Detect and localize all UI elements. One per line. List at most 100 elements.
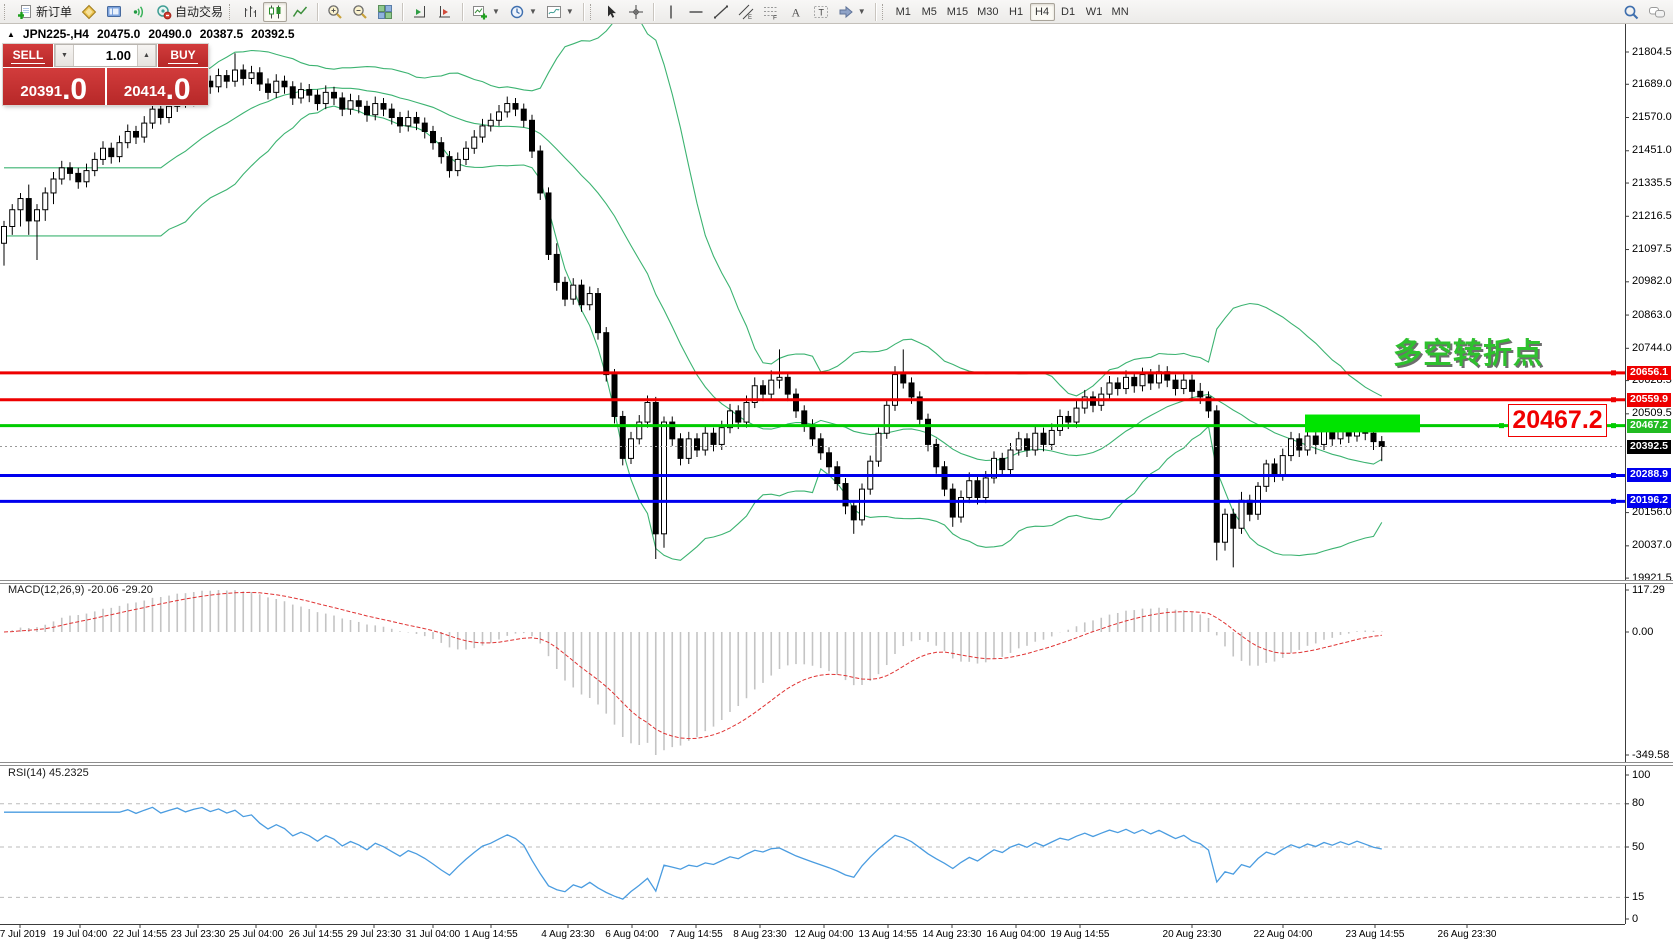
buy-button[interactable]: BUY <box>158 44 208 67</box>
vertical-line-button[interactable] <box>659 2 683 22</box>
candlestick-chart-button[interactable] <box>263 2 287 22</box>
text-button[interactable]: A <box>784 2 808 22</box>
buy-price-frac: .0 <box>166 75 191 104</box>
toolbar-grip[interactable] <box>882 4 887 20</box>
rsi-panel-separator[interactable] <box>0 762 1673 766</box>
chevron-down-icon: ▼ <box>566 7 574 16</box>
quote-open: 20475.0 <box>97 27 140 41</box>
one-click-trading-panel: SELL ▼ 1.00 ▲ BUY 20391.0 20414.0 <box>3 44 208 105</box>
buy-label: BUY <box>168 48 197 64</box>
hline-handle[interactable] <box>1499 423 1504 428</box>
templates-button[interactable]: ▼ <box>542 2 578 22</box>
vertical-line-icon <box>663 4 679 20</box>
chevron-down-icon: ▼ <box>858 7 866 16</box>
zoom-out-button[interactable] <box>348 2 372 22</box>
crosshair-button[interactable] <box>624 2 648 22</box>
trendline-button[interactable] <box>709 2 733 22</box>
svg-text:E: E <box>748 15 752 20</box>
zoom-in-button[interactable] <box>323 2 347 22</box>
timeframe-button-d1[interactable]: D1 <box>1056 3 1081 21</box>
market-watch-button[interactable] <box>77 2 101 22</box>
toolbar-grip[interactable] <box>229 4 234 20</box>
timeframe-button-m5[interactable]: M5 <box>917 3 942 21</box>
bar-chart-button[interactable] <box>238 2 262 22</box>
main-toolbar: 新订单 自动交易 ▼ ▼ ▼ E F A T ▼ <box>0 0 1673 24</box>
turning-point-annotation[interactable]: 多空转折点 <box>1393 330 1543 372</box>
toolbar-grip[interactable] <box>590 4 595 20</box>
svg-text:A: A <box>791 5 800 19</box>
chevron-down-icon: ▼ <box>529 7 537 16</box>
macd-histogram <box>4 590 1382 755</box>
cursor-icon <box>603 4 619 20</box>
chart-shift-icon <box>437 4 453 20</box>
macd-panel-separator[interactable] <box>0 580 1673 584</box>
timeframe-group: M1M5M15M30H1H4D1W1MN <box>891 3 1133 21</box>
hline-handle[interactable] <box>1611 423 1616 428</box>
navigator-button[interactable] <box>102 2 126 22</box>
volume-down-button[interactable]: ▼ <box>55 45 74 66</box>
green-rect-annotation[interactable] <box>1305 415 1420 433</box>
text-label-icon: T <box>813 4 829 20</box>
timeframe-button-w1[interactable]: W1 <box>1082 3 1107 21</box>
timeframe-button-m1[interactable]: M1 <box>891 3 916 21</box>
timeframe-button-h4[interactable]: H4 <box>1030 3 1055 21</box>
auto-scroll-button[interactable] <box>408 2 432 22</box>
mt5-window: 新订单 自动交易 ▼ ▼ ▼ E F A T ▼ <box>0 0 1673 947</box>
search-button[interactable] <box>1619 2 1643 22</box>
tile-windows-button[interactable] <box>373 2 397 22</box>
clock-icon <box>509 4 525 20</box>
horizontal-line-button[interactable] <box>684 2 708 22</box>
rsi-label: RSI(14) 45.2325 <box>8 767 89 779</box>
cursor-button[interactable] <box>599 2 623 22</box>
shapes-button[interactable]: ▼ <box>834 2 870 22</box>
hline-handle[interactable] <box>1611 397 1616 402</box>
sell-button[interactable]: SELL <box>3 44 53 67</box>
new-chart-button[interactable]: ▼ <box>468 2 504 22</box>
candlestick-chart-icon <box>267 4 283 20</box>
fibonacci-icon: F <box>763 4 779 20</box>
timeframe-button-mn[interactable]: MN <box>1108 3 1133 21</box>
line-chart-button[interactable] <box>288 2 312 22</box>
buy-price-button[interactable]: 20414.0 <box>107 68 209 105</box>
sell-price-frac: .0 <box>62 75 87 104</box>
algo-trading-button[interactable]: 自动交易 <box>152 2 227 22</box>
toolbar-grip[interactable] <box>4 4 9 20</box>
volume-stepper: ▼ 1.00 ▲ <box>54 44 157 67</box>
sell-price-button[interactable]: 20391.0 <box>3 68 105 105</box>
new-order-button[interactable]: 新订单 <box>13 2 76 22</box>
chat-button[interactable] <box>1644 2 1670 22</box>
signal-button[interactable] <box>127 2 151 22</box>
collapse-panel-icon[interactable]: ▲ <box>7 30 15 39</box>
navigator-icon <box>106 4 122 20</box>
market-watch-icon <box>81 4 97 20</box>
macd-label: MACD(12,26,9) -20.06 -29.20 <box>8 584 153 596</box>
shapes-icon <box>838 4 854 20</box>
algo-trading-label: 自动交易 <box>175 3 223 20</box>
fibonacci-button[interactable]: F <box>759 2 783 22</box>
chart-canvas[interactable] <box>0 0 1673 947</box>
price-callout-label[interactable]: 20467.2 <box>1508 404 1607 437</box>
line-chart-icon <box>292 4 308 20</box>
text-label-button[interactable]: T <box>809 2 833 22</box>
periods-button[interactable]: ▼ <box>505 2 541 22</box>
equidistant-channel-icon: E <box>738 4 754 20</box>
equidistant-channel-button[interactable]: E <box>734 2 758 22</box>
new-order-label: 新订单 <box>36 3 72 20</box>
hline-handle[interactable] <box>1611 473 1616 478</box>
chart-shift-button[interactable] <box>433 2 457 22</box>
svg-text:T: T <box>818 7 824 17</box>
quote-high: 20490.0 <box>148 27 191 41</box>
auto-scroll-icon <box>412 4 428 20</box>
svg-text:F: F <box>773 14 777 20</box>
volume-up-button[interactable]: ▲ <box>137 45 156 66</box>
hline-handle[interactable] <box>1611 370 1616 375</box>
timeframe-button-m30[interactable]: M30 <box>973 3 1002 21</box>
timeframe-button-m15[interactable]: M15 <box>943 3 972 21</box>
timeframe-button-h1[interactable]: H1 <box>1004 3 1029 21</box>
volume-value[interactable]: 1.00 <box>74 45 137 66</box>
hline-handle[interactable] <box>1611 499 1616 504</box>
quote-close: 20392.5 <box>251 27 294 41</box>
chevron-down-icon: ▼ <box>492 7 500 16</box>
sell-label: SELL <box>11 48 46 64</box>
rsi-line <box>4 807 1382 899</box>
